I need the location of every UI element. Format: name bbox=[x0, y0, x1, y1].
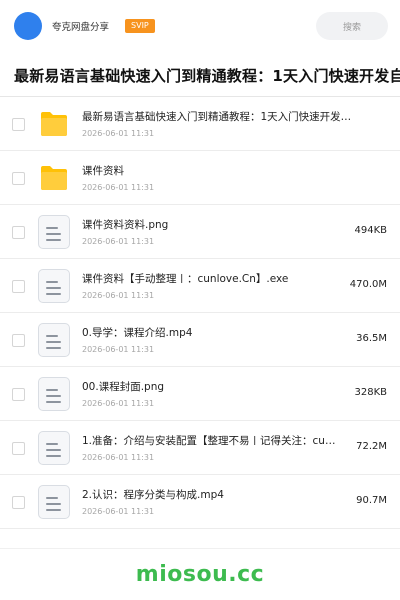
file-info: 最新易语言基础快速入门到精通教程：1天入门快速开发… 2026-06-01 11:… bbox=[82, 110, 352, 139]
file-name: 1.准备：介绍与安装配置【整理不易〡记得关注：cu… bbox=[82, 435, 336, 447]
file-name: 课件资料资料.png bbox=[82, 219, 169, 231]
file-info: 1.准备：介绍与安装配置【整理不易〡记得关注：cu… 2026-06-01 11:… bbox=[82, 434, 352, 463]
file-row[interactable]: 1.准备：介绍与安装配置【整理不易〡记得关注：cu… 2026-06-01 11:… bbox=[0, 421, 400, 475]
row-checkbox[interactable] bbox=[12, 442, 25, 455]
file-date: 2026-06-01 11:31 bbox=[82, 399, 155, 408]
file-date: 2026-06-01 11:31 bbox=[82, 291, 155, 300]
file-info: 00.课程封面.png 2026-06-01 11:31 bbox=[82, 380, 352, 409]
file-icon bbox=[38, 377, 70, 411]
folder-row[interactable]: 最新易语言基础快速入门到精通教程：1天入门快速开发… 2026-06-01 11:… bbox=[0, 97, 400, 151]
user-name: 夸克网盘分享 bbox=[52, 22, 110, 33]
file-icon-wrap bbox=[38, 431, 70, 465]
page-title: 最新易语言基础快速入门到精通教程：1天入门快速开发自 bbox=[14, 67, 400, 85]
divider bbox=[0, 548, 400, 549]
file-icon bbox=[38, 485, 70, 519]
file-icon bbox=[38, 323, 70, 357]
file-info: 0.导学：课程介绍.mp4 2026-06-01 11:31 bbox=[82, 326, 352, 355]
search-button[interactable]: 搜索 bbox=[316, 12, 388, 40]
file-size: 90.7M bbox=[356, 495, 387, 506]
file-icon-wrap bbox=[38, 485, 70, 519]
row-checkbox[interactable] bbox=[12, 496, 25, 509]
file-date: 2026-06-01 11:31 bbox=[82, 453, 155, 462]
file-size: 494KB bbox=[354, 225, 387, 236]
file-date: 2026-06-01 11:31 bbox=[82, 345, 155, 354]
file-size: 328KB bbox=[354, 387, 387, 398]
row-checkbox[interactable] bbox=[12, 334, 25, 347]
file-icon bbox=[38, 215, 70, 249]
row-checkbox[interactable] bbox=[12, 172, 25, 185]
file-icon bbox=[38, 431, 70, 465]
file-icon-wrap bbox=[38, 269, 70, 303]
row-checkbox[interactable] bbox=[12, 118, 25, 131]
file-icon-wrap bbox=[38, 215, 70, 249]
watermark: miosou.cc bbox=[135, 562, 265, 587]
svip-badge: SVIP bbox=[125, 19, 155, 33]
file-name: 2.认识：程序分类与构成.mp4 bbox=[82, 489, 224, 501]
file-size: 72.2M bbox=[356, 441, 387, 452]
file-list: 最新易语言基础快速入门到精通教程：1天入门快速开发… 2026-06-01 11:… bbox=[0, 97, 400, 529]
file-row[interactable]: 0.导学：课程介绍.mp4 2026-06-01 11:31 36.5M bbox=[0, 313, 400, 367]
folder-icon-wrap bbox=[38, 161, 70, 195]
file-icon bbox=[38, 269, 70, 303]
file-name: 课件资料【手动整理〡：cunlove.Cn】.exe bbox=[82, 273, 289, 285]
file-name: 0.导学：课程介绍.mp4 bbox=[82, 327, 193, 339]
file-row[interactable]: 2.认识：程序分类与构成.mp4 2026-06-01 11:31 90.7M bbox=[0, 475, 400, 529]
row-checkbox[interactable] bbox=[12, 388, 25, 401]
folder-icon bbox=[41, 112, 67, 136]
folder-icon bbox=[41, 166, 67, 190]
header: 夸克网盘分享 SVIP 搜索 bbox=[0, 0, 400, 52]
file-date: 2026-06-01 11:31 bbox=[82, 507, 155, 516]
file-name: 最新易语言基础快速入门到精通教程：1天入门快速开发… bbox=[82, 111, 352, 123]
file-name: 00.课程封面.png bbox=[82, 381, 165, 393]
file-row[interactable]: 00.课程封面.png 2026-06-01 11:31 328KB bbox=[0, 367, 400, 421]
folder-row[interactable]: 课件资料 2026-06-01 11:31 bbox=[0, 151, 400, 205]
file-row[interactable]: 课件资料【手动整理〡：cunlove.Cn】.exe 2026-06-01 11:… bbox=[0, 259, 400, 313]
file-info: 2.认识：程序分类与构成.mp4 2026-06-01 11:31 bbox=[82, 488, 352, 517]
folder-icon-wrap bbox=[38, 107, 70, 141]
avatar[interactable] bbox=[14, 12, 42, 40]
file-size: 470.0M bbox=[349, 279, 387, 290]
file-name: 课件资料 bbox=[82, 165, 124, 177]
file-date: 2026-06-01 11:31 bbox=[82, 237, 155, 246]
file-info: 课件资料资料.png 2026-06-01 11:31 bbox=[82, 218, 352, 247]
file-icon-wrap bbox=[38, 323, 70, 357]
file-info: 课件资料【手动整理〡：cunlove.Cn】.exe 2026-06-01 11:… bbox=[82, 272, 352, 301]
title-bar: 最新易语言基础快速入门到精通教程：1天入门快速开发自 bbox=[0, 52, 400, 97]
file-icon-wrap bbox=[38, 377, 70, 411]
file-size: 36.5M bbox=[356, 333, 387, 344]
row-checkbox[interactable] bbox=[12, 280, 25, 293]
file-date: 2026-06-01 11:31 bbox=[82, 129, 155, 138]
file-date: 2026-06-01 11:31 bbox=[82, 183, 155, 192]
file-row[interactable]: 课件资料资料.png 2026-06-01 11:31 494KB bbox=[0, 205, 400, 259]
file-info: 课件资料 2026-06-01 11:31 bbox=[82, 164, 352, 193]
row-checkbox[interactable] bbox=[12, 226, 25, 239]
